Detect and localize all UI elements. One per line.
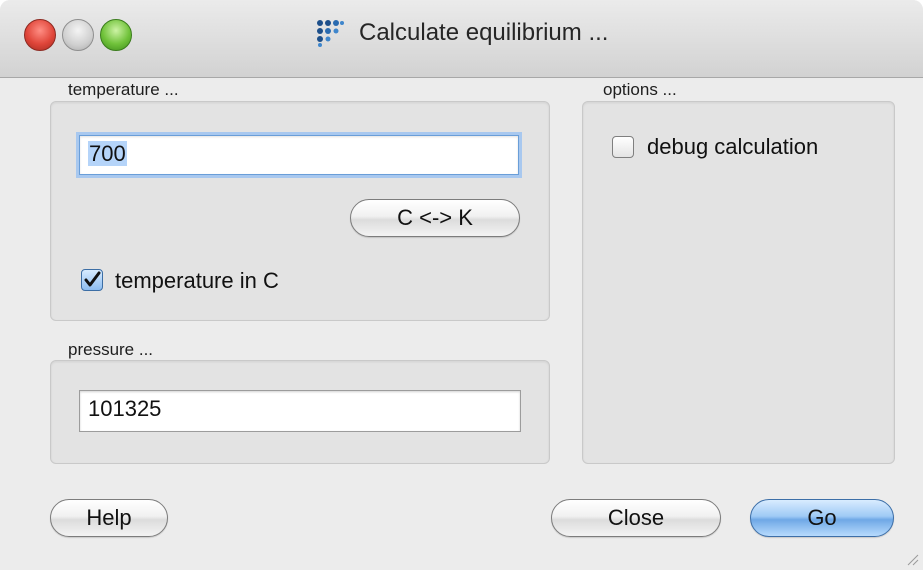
title-bar[interactable]: Calculate equilibrium ... — [0, 0, 923, 78]
options-group: debug calculation — [582, 101, 895, 464]
go-button[interactable]: Go — [750, 499, 894, 537]
debug-calculation-checkbox[interactable] — [612, 136, 634, 158]
temperature-group: 700 C <-> K temperature in C — [50, 101, 550, 321]
pressure-group-label: pressure ... — [68, 340, 154, 359]
window-title: Calculate equilibrium ... — [359, 19, 609, 46]
temperature-value: 700 — [88, 141, 127, 166]
resize-grip-icon[interactable] — [905, 552, 919, 566]
close-button[interactable]: Close — [551, 499, 721, 537]
temperature-in-c-label[interactable]: temperature in C — [115, 268, 279, 294]
help-button[interactable]: Help — [50, 499, 168, 537]
window-title-group: Calculate equilibrium ... — [0, 18, 923, 54]
debug-calculation-label[interactable]: debug calculation — [647, 134, 818, 160]
temperature-group-label: temperature ... — [68, 80, 179, 99]
convert-c-k-button[interactable]: C <-> K — [350, 199, 520, 237]
pressure-value: 101325 — [88, 396, 162, 421]
options-group-label: options ... — [603, 80, 677, 99]
checkmark-icon — [84, 271, 101, 287]
temperature-input[interactable]: 700 — [79, 135, 519, 175]
temperature-in-c-checkbox[interactable] — [81, 269, 103, 291]
pressure-group: 101325 — [50, 360, 550, 464]
app-dots-icon — [316, 20, 344, 47]
pressure-input[interactable]: 101325 — [79, 390, 521, 432]
calculate-equilibrium-window: Calculate equilibrium ... temperature ..… — [0, 0, 923, 570]
